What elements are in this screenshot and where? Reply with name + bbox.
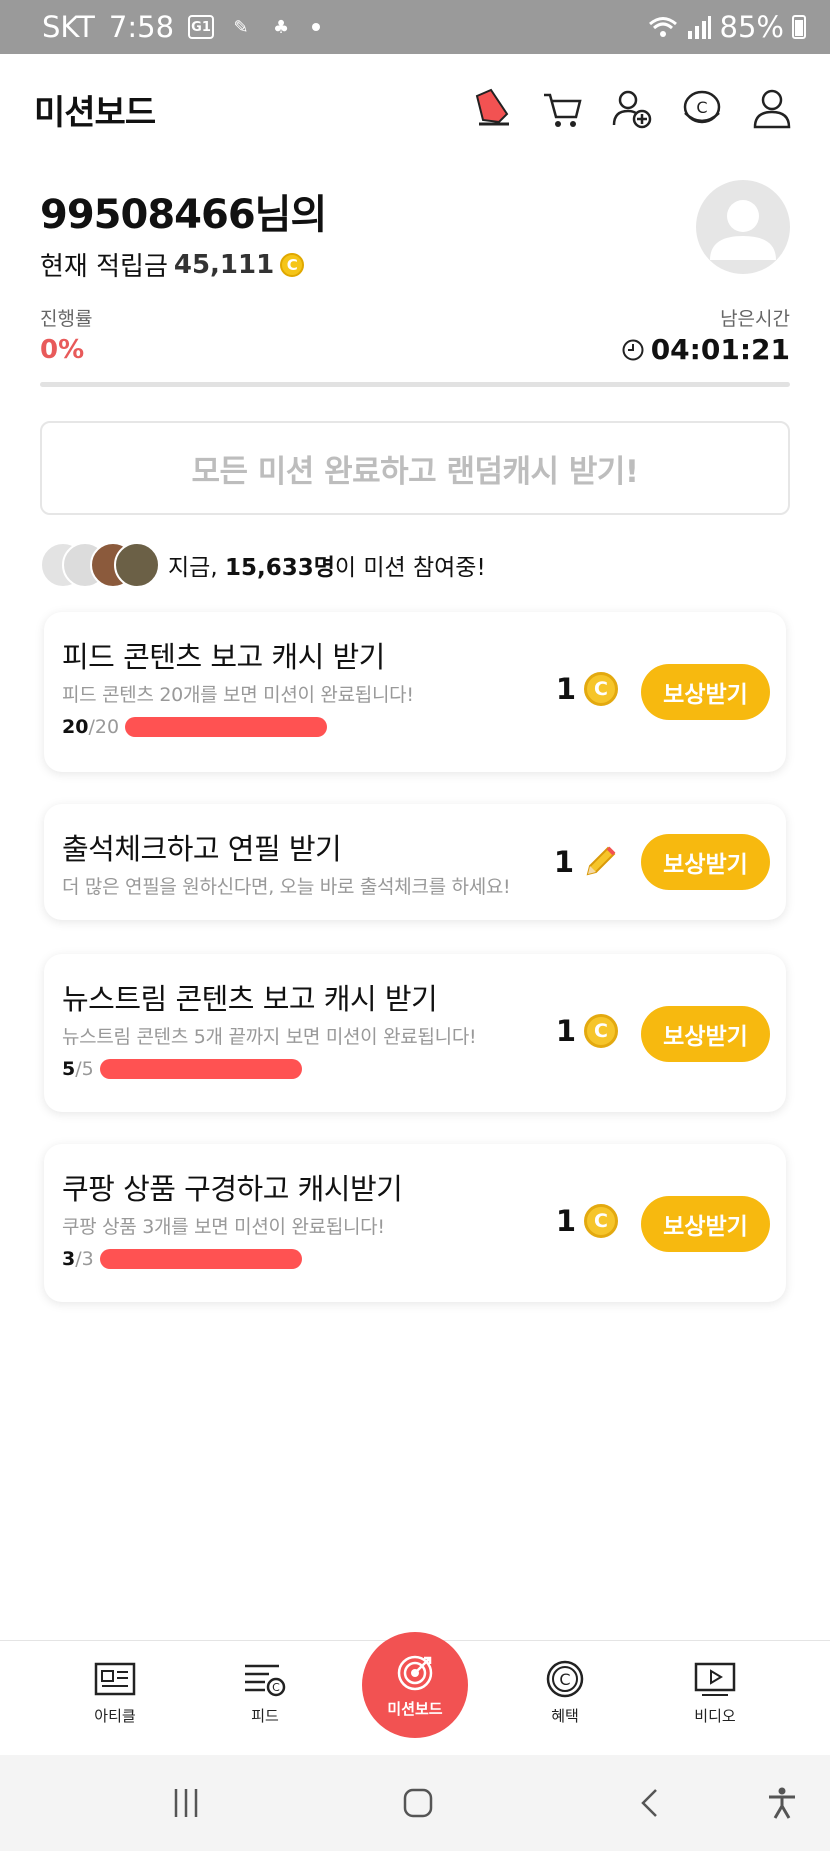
notification-rabbit-icon: ♣ [272, 16, 290, 38]
mission-progress: 3/3 [62, 1248, 302, 1270]
cart-icon[interactable] [538, 85, 586, 133]
mission-progress: 5/5 [62, 1058, 302, 1080]
participant-avatar [114, 542, 160, 588]
coin-icon: C [584, 672, 618, 706]
profile-section: 99508466님의 현재 적립금 45,111 C [40, 180, 790, 283]
coin-icon: C [584, 1014, 618, 1048]
notification-app-icon: ✎ [233, 16, 249, 38]
accessibility-icon[interactable] [762, 1783, 802, 1823]
claim-reward-button[interactable]: 보상받기 [641, 834, 770, 890]
mission-reward: 1 C [556, 1204, 618, 1238]
coin-outline-icon: C [543, 1659, 587, 1699]
claim-reward-button[interactable]: 보상받기 [641, 664, 770, 720]
balance-amount: 45,111 [173, 249, 275, 280]
page-title: 미션보드 [34, 92, 156, 133]
coin-stack-icon[interactable]: C [678, 85, 726, 133]
shoe-icon[interactable] [468, 85, 516, 133]
status-bar: SKT 7:58 G1 ✎ ♣ 85% [0, 0, 830, 54]
nav-label: 아티클 [94, 1707, 136, 1725]
participant-avatars [40, 540, 160, 590]
mission-card: 뉴스트림 콘텐츠 보고 캐시 받기 뉴스트림 콘텐츠 5개 끝까지 보면 미션이… [44, 954, 786, 1112]
nav-label: 피드 [251, 1707, 279, 1725]
mission-progress-bar [125, 717, 328, 737]
mission-progress-bar [99, 1059, 302, 1079]
coin-icon: C [584, 1204, 618, 1238]
overall-progress-bar [40, 382, 790, 387]
mission-card: 출석체크하고 연필 받기 더 많은 연필을 원하신다면, 오늘 바로 출석체크를… [44, 804, 786, 920]
nav-label: 미션보드 [387, 1699, 443, 1718]
participants-count: 15,633명 [224, 555, 335, 581]
mission-title: 뉴스트림 콘텐츠 보고 캐시 받기 [62, 982, 438, 1016]
profile-icon[interactable] [748, 85, 796, 133]
pencil-icon [586, 846, 616, 876]
more-notifications-icon [312, 23, 321, 31]
back-button[interactable] [630, 1783, 670, 1823]
article-icon [93, 1659, 137, 1699]
claim-reward-button[interactable]: 보상받기 [641, 1006, 770, 1062]
mission-reward: 1 C [556, 672, 618, 706]
nav-item-missionboard[interactable]: 미션보드 [362, 1632, 468, 1738]
participants-text: 지금, 15,633명이 미션 참여중! [168, 555, 486, 581]
target-icon [397, 1655, 433, 1690]
nav-item-article[interactable]: 아티클 [60, 1659, 170, 1726]
battery-text: 85% [719, 10, 784, 44]
clock-icon [622, 339, 644, 360]
svg-text:C: C [559, 1670, 570, 1689]
remaining-label: 남은시간 [720, 308, 790, 330]
coin-icon: C [280, 252, 305, 277]
system-navigation-bar [0, 1755, 830, 1851]
mission-card: 쿠팡 상품 구경하고 캐시받기 쿠팡 상품 3개를 보면 미션이 완료됩니다! … [44, 1144, 786, 1302]
home-button[interactable] [398, 1783, 438, 1823]
mission-reward: 1 C [556, 1014, 618, 1048]
mission-reward: 1 [554, 844, 618, 880]
complete-all-button[interactable]: 모든 미션 완료하고 랜덤캐시 받기! [40, 421, 790, 515]
carrier-text: SKT [42, 10, 95, 44]
nav-item-feed[interactable]: C 피드 [210, 1659, 320, 1726]
feed-icon: C [243, 1659, 287, 1699]
mission-title: 피드 콘텐츠 보고 캐시 받기 [62, 640, 385, 674]
mission-title: 쿠팡 상품 구경하고 캐시받기 [62, 1172, 403, 1206]
remaining-time: 04:01:21 [650, 333, 790, 366]
avatar[interactable] [696, 180, 790, 274]
balance-label: 현재 적립금 [40, 252, 168, 282]
mission-description: 뉴스트림 콘텐츠 5개 끝까지 보면 미션이 완료됩니다! [62, 1026, 477, 1048]
signal-icon [687, 16, 711, 39]
svg-text:C: C [272, 1681, 280, 1694]
mission-card: 피드 콘텐츠 보고 캐시 받기 피드 콘텐츠 20개를 보면 미션이 완료됩니다… [44, 612, 786, 772]
balance-row: 현재 적립금 45,111 C [40, 246, 790, 283]
mission-description: 피드 콘텐츠 20개를 보면 미션이 완료됩니다! [62, 684, 414, 706]
nav-item-video[interactable]: 비디오 [660, 1659, 770, 1726]
add-friend-icon[interactable] [608, 85, 656, 133]
wifi-icon [648, 17, 677, 37]
nav-label: 혜택 [551, 1707, 579, 1725]
app-header: 미션보드 C [0, 54, 830, 164]
participants-row: 지금, 15,633명이 미션 참여중! [40, 540, 790, 590]
progress-row: 진행률 0% 남은시간 04:01:21 [40, 304, 790, 384]
mission-progress: 20/20 [62, 716, 328, 738]
recent-apps-button[interactable] [166, 1783, 206, 1823]
notification-g1-icon: G1 [188, 15, 215, 39]
mission-title: 출석체크하고 연필 받기 [62, 832, 342, 866]
svg-text:C: C [696, 98, 707, 117]
nav-item-benefits[interactable]: C 혜택 [510, 1659, 620, 1726]
mission-description: 쿠팡 상품 3개를 보면 미션이 완료됩니다! [62, 1216, 385, 1238]
time-text: 7:58 [108, 10, 175, 44]
nav-label: 비디오 [694, 1707, 736, 1725]
play-icon [693, 1659, 737, 1699]
mission-description: 더 많은 연필을 원하신다면, 오늘 바로 출석체크를 하세요! [62, 876, 511, 898]
battery-icon [792, 15, 806, 39]
mission-progress-bar [99, 1249, 302, 1269]
claim-reward-button[interactable]: 보상받기 [641, 1196, 770, 1252]
user-name: 99508466님의 [40, 192, 327, 238]
